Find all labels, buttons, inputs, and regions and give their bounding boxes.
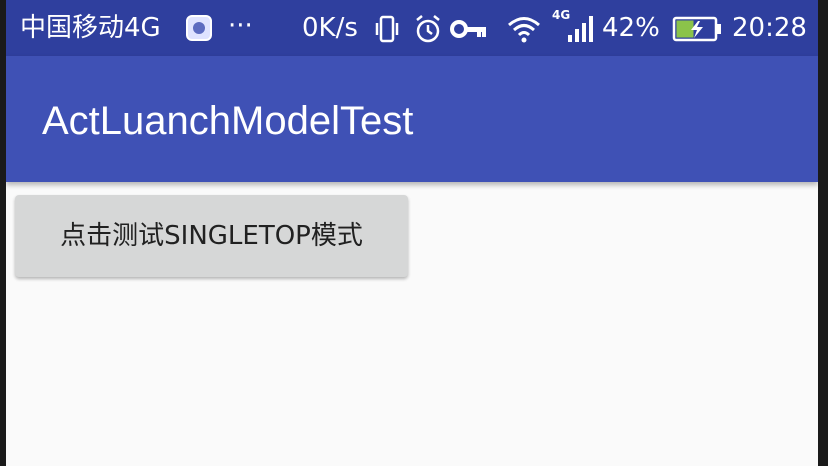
carrier-label: 中国移动4G bbox=[20, 13, 161, 43]
test-singletop-button[interactable]: 点击测试SINGLETOP模式 bbox=[15, 195, 408, 277]
network-speed-label: 0K/s bbox=[302, 13, 358, 43]
app-badge-icon bbox=[186, 15, 212, 41]
vibrate-icon bbox=[375, 15, 399, 43]
battery-percent-label: 42% bbox=[602, 13, 660, 43]
app-title: ActLuanchModelTest bbox=[42, 99, 414, 143]
signal-icon bbox=[568, 16, 593, 42]
wifi-icon bbox=[508, 17, 540, 43]
app-toolbar: ActLuanchModelTest bbox=[6, 56, 818, 182]
key-icon bbox=[450, 20, 486, 38]
alarm-icon bbox=[416, 15, 440, 43]
phone-screen: 中国移动4G ··· 0K/s 4G 42% 20:28 ActLuanchMo… bbox=[6, 0, 818, 466]
clock: 20:28 bbox=[732, 13, 807, 43]
status-bar: 中国移动4G ··· 0K/s 4G 42% 20:28 bbox=[6, 0, 818, 56]
battery-charging-icon bbox=[672, 16, 721, 42]
more-notifications-indicator: ··· bbox=[228, 11, 253, 41]
